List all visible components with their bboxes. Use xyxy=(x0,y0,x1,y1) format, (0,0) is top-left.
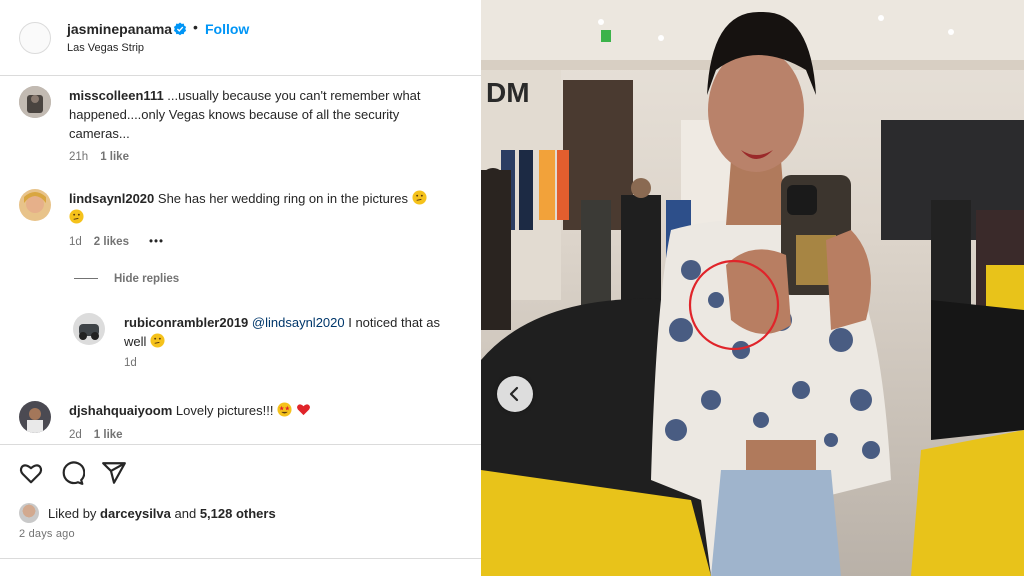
comment-likes[interactable]: 1 like xyxy=(100,151,129,163)
comment-item: misscolleen111 ...usually because you ca… xyxy=(0,84,481,166)
comment-icon[interactable] xyxy=(59,460,85,486)
comment-meta: 1d xyxy=(124,357,149,369)
svg-text:DM: DM xyxy=(486,77,530,108)
thinking-face-icon xyxy=(150,333,165,348)
more-options-icon[interactable]: ••• xyxy=(149,236,164,248)
comment-time[interactable]: 1d xyxy=(124,357,137,369)
likes-count[interactable]: 5,128 others xyxy=(200,506,276,521)
post-location[interactable]: Las Vegas Strip xyxy=(67,42,144,54)
comment-text: rubiconrambler2019 @lindsaynl2020 I noti… xyxy=(124,313,464,351)
comment-meta: 1d 2 likes ••• xyxy=(69,236,176,248)
comment-time[interactable]: 2d xyxy=(69,429,82,441)
comment-text: djshahquaiyoom Lovely pictures!!! xyxy=(69,401,459,420)
avatar-photo-icon xyxy=(73,313,105,345)
comment-body: Lovely pictures!!! xyxy=(172,403,274,418)
mention-link[interactable]: @lindsaynl2020 xyxy=(252,315,345,330)
comment-item: djshahquaiyoom Lovely pictures!!! 2d 1 li… xyxy=(0,398,481,444)
comment-item: lindsaynl2020 She has her wedding ring o… xyxy=(0,186,481,252)
post-username[interactable]: jasminepanama xyxy=(67,21,172,37)
liked-by-prefix: Liked by xyxy=(48,506,101,521)
comment-likes[interactable]: 2 likes xyxy=(94,236,129,248)
comment-meta: 21h 1 like xyxy=(69,151,141,163)
comment-body: She has her wedding ring on in the pictu… xyxy=(154,191,408,206)
commenter-avatar[interactable] xyxy=(19,401,51,433)
star-struck-face-icon xyxy=(277,402,292,417)
liked-by-user[interactable]: darceysilva xyxy=(100,506,171,521)
comments-panel: jasminepanama • Follow Las Vegas Strip m… xyxy=(0,0,481,576)
commenter-avatar[interactable] xyxy=(19,86,51,118)
post-timestamp[interactable]: 2 days ago xyxy=(19,528,75,540)
chevron-left-icon xyxy=(509,386,519,402)
avatar-photo-icon xyxy=(19,189,51,221)
comment-likes[interactable]: 1 like xyxy=(94,429,123,441)
liker-avatar[interactable] xyxy=(19,503,39,523)
post-image[interactable]: DM xyxy=(481,0,1024,576)
comment-username[interactable]: rubiconrambler2019 xyxy=(124,315,248,330)
thinking-face-icon xyxy=(69,209,84,224)
comment-time[interactable]: 21h xyxy=(69,151,88,163)
post-photo: DM xyxy=(481,0,1024,576)
avatar-photo-icon xyxy=(19,86,51,118)
share-icon[interactable] xyxy=(101,460,127,486)
red-heart-icon xyxy=(296,404,310,416)
comment-username[interactable]: djshahquaiyoom xyxy=(69,403,172,418)
liked-by-and: and xyxy=(170,506,200,521)
heart-icon[interactable] xyxy=(18,460,44,486)
comment-emoji-wrap xyxy=(69,208,84,227)
reply-item: rubiconrambler2019 @lindsaynl2020 I noti… xyxy=(0,310,481,376)
commenter-avatar[interactable] xyxy=(19,189,51,221)
comment-meta: 2d 1 like xyxy=(69,429,135,441)
comment-text: misscolleen111 ...usually because you ca… xyxy=(69,86,459,143)
commenter-avatar[interactable] xyxy=(73,313,105,345)
comment-text: lindsaynl2020 She has her wedding ring o… xyxy=(69,189,469,208)
post-actions: Liked by darceysilva and 5,128 others 2 … xyxy=(0,444,481,559)
follow-button[interactable]: Follow xyxy=(205,21,249,37)
thinking-face-icon xyxy=(412,190,427,205)
separator-dot: • xyxy=(193,19,198,35)
divider xyxy=(74,278,98,280)
avatar-photo-icon xyxy=(19,401,51,433)
post-header: jasminepanama • Follow Las Vegas Strip xyxy=(0,0,481,76)
previous-image-button[interactable] xyxy=(497,376,533,412)
verified-badge-icon xyxy=(173,22,187,36)
liked-by-text: Liked by darceysilva and 5,128 others xyxy=(48,506,276,521)
comment-username[interactable]: lindsaynl2020 xyxy=(69,191,154,206)
comment-time[interactable]: 1d xyxy=(69,236,82,248)
hide-replies-toggle[interactable]: Hide replies xyxy=(74,273,179,285)
hide-replies-label: Hide replies xyxy=(114,273,180,285)
avatar[interactable] xyxy=(19,22,51,54)
comment-username[interactable]: misscolleen111 xyxy=(69,88,164,103)
divider xyxy=(0,558,481,559)
